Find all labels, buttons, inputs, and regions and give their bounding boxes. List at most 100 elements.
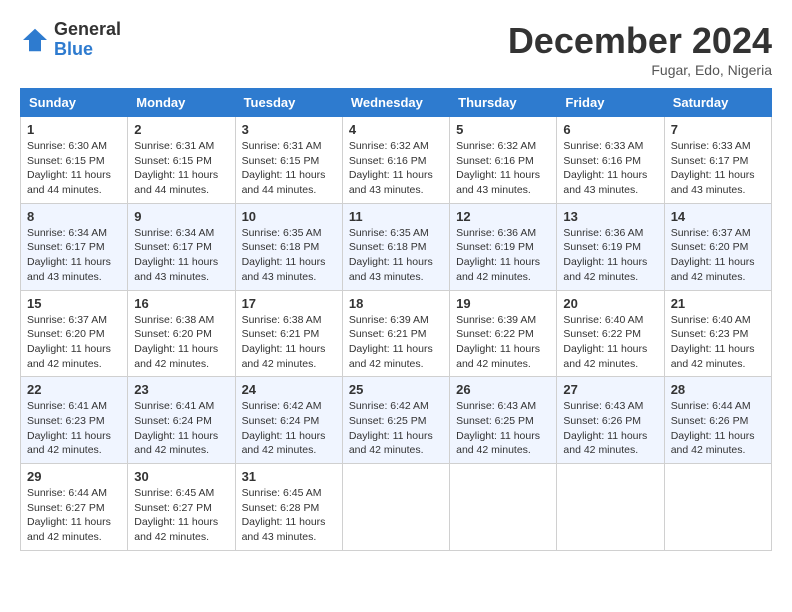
- calendar-cell: 1 Sunrise: 6:30 AMSunset: 6:15 PMDaylight…: [21, 117, 128, 204]
- calendar-cell: 25Sunrise: 6:42 AMSunset: 6:25 PMDayligh…: [342, 377, 449, 464]
- day-number: 29: [27, 469, 121, 484]
- calendar-week-row: 8 Sunrise: 6:34 AMSunset: 6:17 PMDaylight…: [21, 203, 772, 290]
- calendar-cell: 2Sunrise: 6:31 AMSunset: 6:15 PMDaylight…: [128, 117, 235, 204]
- calendar-cell: [342, 464, 449, 551]
- calendar-cell: 30Sunrise: 6:45 AMSunset: 6:27 PMDayligh…: [128, 464, 235, 551]
- cell-content: Sunrise: 6:37 AMSunset: 6:20 PMDaylight:…: [671, 226, 765, 285]
- day-number: 3: [242, 122, 336, 137]
- day-number: 27: [563, 382, 657, 397]
- day-number: 28: [671, 382, 765, 397]
- calendar-cell: 4 Sunrise: 6:32 AMSunset: 6:16 PMDaylight…: [342, 117, 449, 204]
- calendar-cell: 10 Sunrise: 6:35 AMSunset: 6:18 PMDayligh…: [235, 203, 342, 290]
- day-number: 17: [242, 296, 336, 311]
- cell-content: Sunrise: 6:36 AMSunset: 6:19 PMDaylight:…: [456, 226, 550, 285]
- day-number: 26: [456, 382, 550, 397]
- calendar-cell: 9 Sunrise: 6:34 AMSunset: 6:17 PMDaylight…: [128, 203, 235, 290]
- day-number: 8: [27, 209, 121, 224]
- calendar-cell: 8Sunrise: 6:34 AMSunset: 6:17 PMDaylight…: [21, 203, 128, 290]
- cell-content: Sunrise: 6:42 AMSunset: 6:24 PMDaylight:…: [242, 399, 336, 458]
- calendar-week-row: 15 Sunrise: 6:37 AMSunset: 6:20 PMDayligh…: [21, 290, 772, 377]
- cell-content: Sunrise: 6:41 AMSunset: 6:23 PMDaylight:…: [27, 399, 121, 458]
- calendar-cell: 29 Sunrise: 6:44 AMSunset: 6:27 PMDayligh…: [21, 464, 128, 551]
- day-number: 15: [27, 296, 121, 311]
- header-cell: Friday: [557, 89, 664, 117]
- calendar-cell: 13Sunrise: 6:36 AMSunset: 6:19 PMDayligh…: [557, 203, 664, 290]
- calendar-cell: 14Sunrise: 6:37 AMSunset: 6:20 PMDayligh…: [664, 203, 771, 290]
- calendar-week-row: 1 Sunrise: 6:30 AMSunset: 6:15 PMDaylight…: [21, 117, 772, 204]
- day-number: 19: [456, 296, 550, 311]
- calendar-cell: 5Sunrise: 6:32 AMSunset: 6:16 PMDaylight…: [450, 117, 557, 204]
- calendar-cell: 11 Sunrise: 6:35 AMSunset: 6:18 PMDayligh…: [342, 203, 449, 290]
- day-number: 25: [349, 382, 443, 397]
- calendar-cell: [557, 464, 664, 551]
- logo-blue: Blue: [54, 40, 121, 60]
- calendar-cell: 3Sunrise: 6:31 AMSunset: 6:15 PMDaylight…: [235, 117, 342, 204]
- calendar-cell: 18Sunrise: 6:39 AMSunset: 6:21 PMDayligh…: [342, 290, 449, 377]
- day-number: 31: [242, 469, 336, 484]
- day-number: 21: [671, 296, 765, 311]
- cell-content: Sunrise: 6:35 AMSunset: 6:18 PMDaylight:…: [242, 226, 336, 285]
- calendar-cell: 6 Sunrise: 6:33 AMSunset: 6:16 PMDaylight…: [557, 117, 664, 204]
- day-number: 6: [563, 122, 657, 137]
- header-cell: Wednesday: [342, 89, 449, 117]
- cell-content: Sunrise: 6:41 AMSunset: 6:24 PMDaylight:…: [134, 399, 228, 458]
- calendar-cell: 28 Sunrise: 6:44 AMSunset: 6:26 PMDayligh…: [664, 377, 771, 464]
- day-number: 10: [242, 209, 336, 224]
- day-number: 22: [27, 382, 121, 397]
- calendar-body: 1 Sunrise: 6:30 AMSunset: 6:15 PMDaylight…: [21, 117, 772, 551]
- header-cell: Saturday: [664, 89, 771, 117]
- header-row: SundayMondayTuesdayWednesdayThursdayFrid…: [21, 89, 772, 117]
- calendar-cell: 17 Sunrise: 6:38 AMSunset: 6:21 PMDayligh…: [235, 290, 342, 377]
- calendar-cell: 31 Sunrise: 6:45 AMSunset: 6:28 PMDayligh…: [235, 464, 342, 551]
- cell-content: Sunrise: 6:38 AMSunset: 6:21 PMDaylight:…: [242, 313, 336, 372]
- header-cell: Monday: [128, 89, 235, 117]
- calendar-week-row: 22 Sunrise: 6:41 AMSunset: 6:23 PMDayligh…: [21, 377, 772, 464]
- day-number: 9: [134, 209, 228, 224]
- cell-content: Sunrise: 6:33 AMSunset: 6:17 PMDaylight:…: [671, 139, 765, 198]
- day-number: 30: [134, 469, 228, 484]
- cell-content: Sunrise: 6:43 AMSunset: 6:25 PMDaylight:…: [456, 399, 550, 458]
- cell-content: Sunrise: 6:45 AMSunset: 6:28 PMDaylight:…: [242, 486, 336, 545]
- cell-content: Sunrise: 6:44 AMSunset: 6:26 PMDaylight:…: [671, 399, 765, 458]
- logo-icon: [20, 25, 50, 55]
- day-number: 24: [242, 382, 336, 397]
- day-number: 1: [27, 122, 121, 137]
- header-cell: Thursday: [450, 89, 557, 117]
- calendar-cell: 15 Sunrise: 6:37 AMSunset: 6:20 PMDayligh…: [21, 290, 128, 377]
- day-number: 18: [349, 296, 443, 311]
- calendar-cell: 23 Sunrise: 6:41 AMSunset: 6:24 PMDayligh…: [128, 377, 235, 464]
- cell-content: Sunrise: 6:39 AMSunset: 6:22 PMDaylight:…: [456, 313, 550, 372]
- day-number: 7: [671, 122, 765, 137]
- month-title: December 2024: [508, 20, 772, 62]
- day-number: 12: [456, 209, 550, 224]
- cell-content: Sunrise: 6:40 AMSunset: 6:22 PMDaylight:…: [563, 313, 657, 372]
- cell-content: Sunrise: 6:37 AMSunset: 6:20 PMDaylight:…: [27, 313, 121, 372]
- header: General Blue December 2024 Fugar, Edo, N…: [20, 20, 772, 78]
- logo: General Blue: [20, 20, 121, 60]
- cell-content: Sunrise: 6:35 AMSunset: 6:18 PMDaylight:…: [349, 226, 443, 285]
- cell-content: Sunrise: 6:32 AMSunset: 6:16 PMDaylight:…: [349, 139, 443, 198]
- day-number: 11: [349, 209, 443, 224]
- calendar-cell: 22 Sunrise: 6:41 AMSunset: 6:23 PMDayligh…: [21, 377, 128, 464]
- day-number: 16: [134, 296, 228, 311]
- calendar-cell: 16Sunrise: 6:38 AMSunset: 6:20 PMDayligh…: [128, 290, 235, 377]
- cell-content: Sunrise: 6:34 AMSunset: 6:17 PMDaylight:…: [134, 226, 228, 285]
- cell-content: Sunrise: 6:44 AMSunset: 6:27 PMDaylight:…: [27, 486, 121, 545]
- calendar-cell: 26 Sunrise: 6:43 AMSunset: 6:25 PMDayligh…: [450, 377, 557, 464]
- day-number: 23: [134, 382, 228, 397]
- cell-content: Sunrise: 6:32 AMSunset: 6:16 PMDaylight:…: [456, 139, 550, 198]
- calendar-cell: 24 Sunrise: 6:42 AMSunset: 6:24 PMDayligh…: [235, 377, 342, 464]
- title-area: December 2024 Fugar, Edo, Nigeria: [508, 20, 772, 78]
- cell-content: Sunrise: 6:30 AMSunset: 6:15 PMDaylight:…: [27, 139, 121, 198]
- cell-content: Sunrise: 6:40 AMSunset: 6:23 PMDaylight:…: [671, 313, 765, 372]
- day-number: 20: [563, 296, 657, 311]
- day-number: 4: [349, 122, 443, 137]
- calendar-cell: 20 Sunrise: 6:40 AMSunset: 6:22 PMDayligh…: [557, 290, 664, 377]
- logo-text: General Blue: [54, 20, 121, 60]
- calendar-cell: 12 Sunrise: 6:36 AMSunset: 6:19 PMDayligh…: [450, 203, 557, 290]
- cell-content: Sunrise: 6:33 AMSunset: 6:16 PMDaylight:…: [563, 139, 657, 198]
- calendar-table: SundayMondayTuesdayWednesdayThursdayFrid…: [20, 88, 772, 551]
- calendar-cell: 21 Sunrise: 6:40 AMSunset: 6:23 PMDayligh…: [664, 290, 771, 377]
- calendar-cell: [664, 464, 771, 551]
- cell-content: Sunrise: 6:31 AMSunset: 6:15 PMDaylight:…: [134, 139, 228, 198]
